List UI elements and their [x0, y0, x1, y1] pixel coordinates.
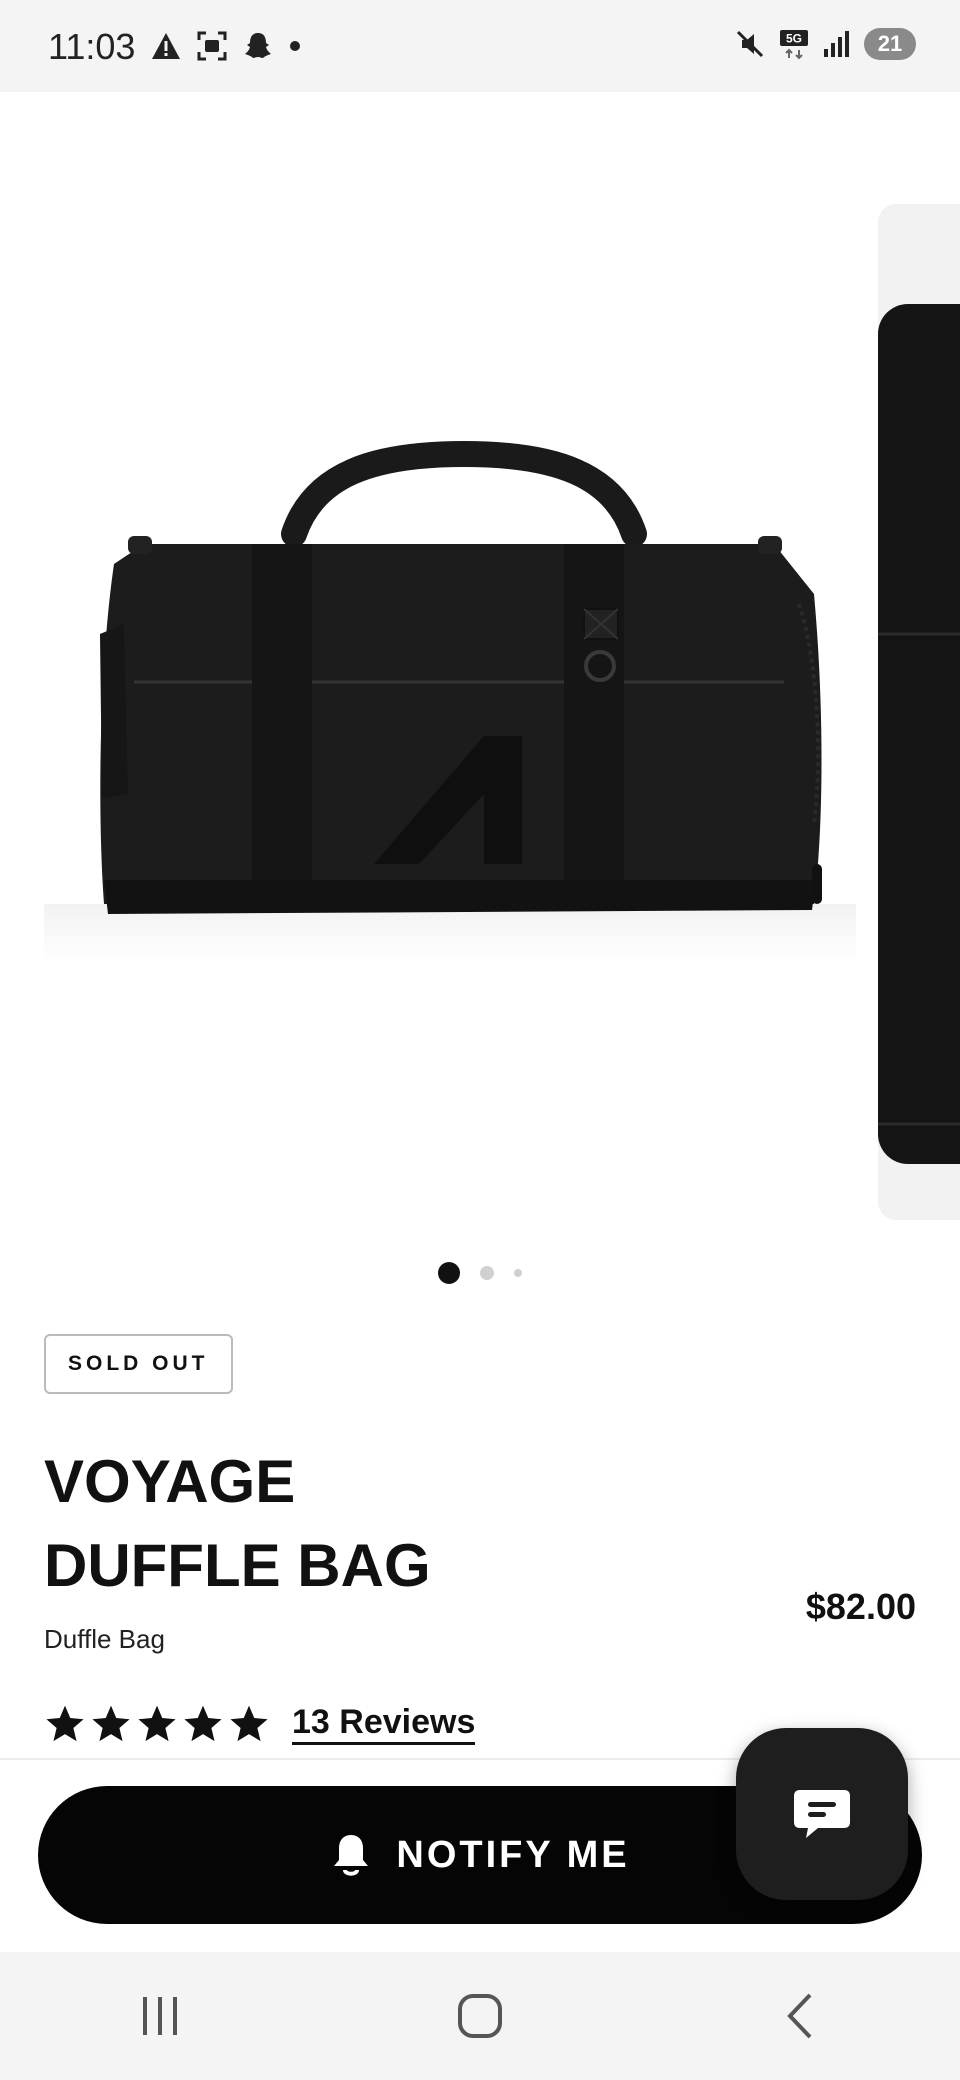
duffle-bag-image — [100, 440, 822, 914]
recents-icon — [143, 1997, 177, 2035]
pagination-dot-1[interactable] — [438, 1262, 460, 1284]
gallery-pagination — [0, 1262, 960, 1284]
reviews-link[interactable]: 13 Reviews — [292, 1702, 476, 1745]
pagination-dot-3[interactable] — [514, 1269, 522, 1277]
back-icon — [787, 1993, 812, 2039]
pagination-dot-2[interactable] — [480, 1266, 494, 1280]
product-title: VOYAGE DUFFLE BAG — [44, 1440, 604, 1608]
product-image-next[interactable] — [878, 204, 960, 1220]
screenshot-icon — [197, 31, 227, 61]
sold-out-badge: SOLD OUT — [44, 1334, 233, 1394]
product-title-line-2: DUFFLE BAG — [44, 1532, 431, 1599]
chat-button[interactable] — [736, 1728, 908, 1900]
product-title-line-1: VOYAGE — [44, 1448, 296, 1515]
recents-button[interactable] — [100, 1976, 220, 2056]
home-icon — [458, 1994, 502, 2038]
warning-icon — [152, 33, 180, 59]
star-icon — [92, 1705, 130, 1741]
status-bar: 11:03 5G 21 — [0, 0, 960, 92]
mute-icon — [736, 30, 764, 58]
status-time: 11:03 — [48, 26, 136, 67]
product-category: Duffle Bag — [44, 1624, 165, 1654]
snapchat-icon — [245, 33, 271, 58]
5g-icon: 5G — [780, 30, 808, 60]
star-icon — [230, 1705, 268, 1741]
system-nav-bar — [0, 1952, 960, 2080]
battery-indicator: 21 — [864, 28, 916, 60]
status-right-icons: 5G 21 — [734, 28, 916, 60]
star-icon — [184, 1705, 222, 1741]
back-button[interactable] — [740, 1976, 860, 2056]
status-left-icons — [150, 30, 302, 62]
bell-icon — [334, 1835, 369, 1876]
star-icon — [138, 1705, 176, 1741]
rating-row: 13 Reviews — [44, 1702, 476, 1745]
product-image-main[interactable] — [44, 204, 856, 1220]
chat-bubble-icon — [794, 1790, 850, 1838]
home-button[interactable] — [420, 1976, 540, 2056]
signal-icon — [824, 31, 849, 57]
product-gallery[interactable] — [0, 92, 960, 1252]
star-icon — [46, 1705, 84, 1741]
svg-text:5G: 5G — [786, 32, 802, 46]
notify-me-label: NOTIFY ME — [396, 1833, 630, 1876]
dot-icon — [290, 41, 300, 51]
product-price: $82.00 — [805, 1586, 916, 1627]
duffle-bag-image-partial — [878, 304, 960, 1164]
